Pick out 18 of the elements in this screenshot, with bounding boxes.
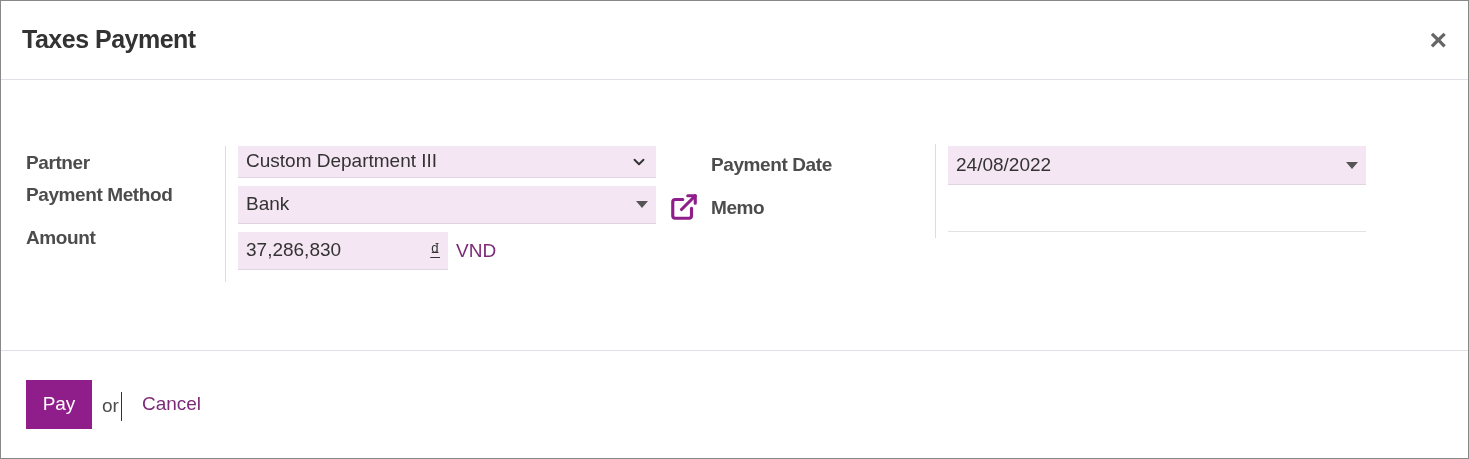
currency-link[interactable]: VND [456, 236, 497, 266]
partner-select[interactable]: Custom Department III [238, 146, 656, 178]
close-button[interactable]: × [1429, 25, 1447, 55]
external-link-icon[interactable] [668, 192, 699, 222]
caret-icon [636, 201, 648, 208]
or-text: or [102, 392, 122, 421]
select-field[interactable]: 24/08/2022 [948, 146, 1366, 185]
select-field[interactable]: Bank [238, 186, 656, 224]
field-label: Payment Date [711, 153, 832, 178]
field-label: Partner [26, 151, 90, 175]
amount-field[interactable]: 37,286,830 ₫ [238, 232, 448, 270]
field-label: Payment Method [26, 183, 173, 207]
pay-button[interactable]: Pay [26, 380, 92, 429]
field-label: Amount [26, 225, 96, 250]
caret-icon [1346, 161, 1358, 169]
dialog-title: Taxes Payment [22, 24, 196, 56]
cancel-link[interactable]: Cancel [141, 390, 202, 419]
field-label: Memo [711, 196, 765, 221]
